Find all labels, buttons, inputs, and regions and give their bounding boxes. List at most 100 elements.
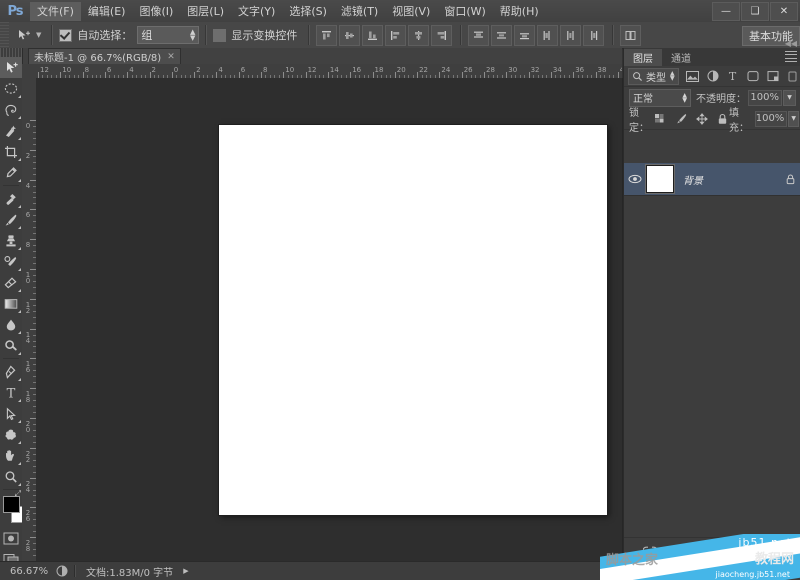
hand-tool[interactable] (0, 445, 22, 466)
crop-tool[interactable] (0, 141, 22, 162)
vertical-ruler[interactable]: 024681012141618202224262830 (22, 78, 37, 562)
distribute-right-icon[interactable] (583, 25, 604, 46)
menu-image[interactable]: 图像(I) (132, 2, 180, 21)
path-selection-tool[interactable] (0, 403, 22, 424)
menu-edit[interactable]: 编辑(E) (81, 2, 133, 21)
rectangle-tool[interactable] (0, 424, 22, 445)
new-group-button[interactable] (738, 543, 753, 558)
distribute-bottom-icon[interactable] (514, 25, 535, 46)
layer-visibility-toggle[interactable] (624, 174, 646, 184)
tool-corner-icon (18, 399, 21, 402)
horizontal-ruler[interactable]: 1210864202468101214161820222426283032343… (36, 64, 622, 79)
fill-slider-arrow-icon[interactable]: ▼ (788, 111, 799, 127)
filter-adjustment-icon[interactable] (706, 70, 720, 83)
proxy-status-icon (56, 565, 68, 577)
ruler-label: 10 (285, 67, 294, 74)
blur-tool[interactable] (0, 314, 22, 335)
document-tab[interactable]: 未标题-1 @ 66.7%(RGB/8) ✕ (28, 48, 181, 64)
layer-row-background[interactable]: 背景 (624, 163, 800, 196)
pen-tool[interactable] (0, 361, 22, 382)
tool-corner-icon (18, 483, 21, 486)
lock-label: 锁定： (629, 104, 649, 134)
align-horizontal-centers-icon[interactable] (408, 25, 429, 46)
eraser-tool[interactable] (0, 272, 22, 293)
auto-align-layers-icon[interactable] (620, 25, 641, 46)
dodge-tool[interactable] (0, 335, 22, 356)
menu-type[interactable]: 文字(Y) (231, 2, 282, 21)
ruler-label: 10 (62, 67, 71, 74)
maximize-button[interactable]: ❑ (741, 2, 769, 21)
align-top-edges-icon[interactable] (316, 25, 337, 46)
auto-select-dropdown[interactable]: 组 ▲▼ (137, 26, 199, 44)
toolbox: T ⤢ (0, 48, 23, 562)
menu-file[interactable]: 文件(F) (30, 2, 81, 21)
delete-layer-button[interactable] (786, 543, 800, 558)
rectangular-marquee-tool[interactable] (0, 78, 22, 99)
add-layer-mask-button[interactable] (690, 543, 705, 558)
filter-kind-dropdown[interactable]: 类型 ▲▼ (628, 68, 679, 85)
layer-name[interactable]: 背景 (683, 172, 779, 187)
document-canvas[interactable] (219, 125, 607, 515)
toolbox-grip[interactable] (0, 48, 22, 57)
new-adjustment-layer-button[interactable] (714, 543, 729, 558)
auto-select-checkbox[interactable] (59, 29, 72, 42)
status-menu-arrow-icon[interactable]: ▶ (183, 567, 188, 575)
filter-type-icon[interactable]: T (726, 70, 740, 83)
lasso-tool[interactable] (0, 99, 22, 120)
align-right-edges-icon[interactable] (431, 25, 452, 46)
tool-preset-picker[interactable]: ▼ (11, 26, 45, 44)
quick-mask-mode-icon[interactable] (0, 528, 22, 548)
fill-value[interactable]: 100% (755, 111, 788, 127)
spot-healing-brush-tool[interactable] (0, 188, 22, 209)
distribute-top-icon[interactable] (468, 25, 489, 46)
panel-menu-icon[interactable] (785, 51, 797, 62)
distribute-vertical-center-icon[interactable] (491, 25, 512, 46)
layer-thumbnail[interactable] (646, 165, 674, 193)
menu-layer[interactable]: 图层(L) (180, 2, 231, 21)
ruler-corner[interactable] (22, 64, 37, 79)
lock-position-icon[interactable] (695, 112, 708, 125)
tab-layers[interactable]: 图层 (624, 49, 662, 66)
clone-stamp-tool[interactable] (0, 230, 22, 251)
align-left-edges-icon[interactable] (385, 25, 406, 46)
layer-style-button[interactable]: fx (666, 543, 681, 558)
lock-transparent-pixels-icon[interactable] (653, 112, 666, 125)
menu-help[interactable]: 帮助(H) (493, 2, 546, 21)
show-transform-checkbox[interactable] (213, 29, 226, 42)
history-brush-tool[interactable] (0, 251, 22, 272)
align-vertical-centers-icon[interactable] (339, 25, 360, 46)
filter-smart-object-icon[interactable] (766, 70, 780, 83)
menu-filter[interactable]: 滤镜(T) (334, 2, 385, 21)
lock-all-icon[interactable] (716, 112, 729, 125)
ruler-label: 24 (441, 67, 450, 74)
filter-shape-icon[interactable] (746, 70, 760, 83)
zoom-level-field[interactable]: 66.67% (10, 566, 56, 577)
collapse-panel-icon[interactable]: ◀◀ (785, 39, 797, 48)
canvas-work-area[interactable] (36, 78, 623, 562)
distribute-horizontal-center-icon[interactable] (560, 25, 581, 46)
menu-window[interactable]: 窗口(W) (437, 2, 492, 21)
tab-channels[interactable]: 通道 (662, 49, 700, 66)
eyedropper-tool[interactable] (0, 162, 22, 183)
zoom-tool[interactable] (0, 466, 22, 487)
new-layer-button[interactable] (762, 543, 777, 558)
menu-view[interactable]: 视图(V) (385, 2, 437, 21)
minimize-button[interactable]: — (712, 2, 740, 21)
close-icon[interactable]: ✕ (167, 52, 175, 62)
ruler-label: 12 (40, 67, 49, 74)
foreground-color-swatch[interactable] (3, 496, 20, 513)
filter-toggle-icon[interactable] (787, 70, 797, 83)
brush-tool[interactable] (0, 209, 22, 230)
quick-selection-tool[interactable] (0, 120, 22, 141)
link-layers-button[interactable] (642, 543, 657, 558)
gradient-tool[interactable] (0, 293, 22, 314)
horizontal-type-tool[interactable]: T (0, 382, 22, 403)
options-bar-grip[interactable] (0, 22, 9, 48)
filter-pixel-icon[interactable] (686, 70, 700, 83)
align-bottom-edges-icon[interactable] (362, 25, 383, 46)
close-button[interactable]: ✕ (770, 2, 798, 21)
move-tool[interactable] (0, 57, 22, 78)
menu-select[interactable]: 选择(S) (282, 2, 334, 21)
lock-image-pixels-icon[interactable] (674, 112, 687, 125)
distribute-left-icon[interactable] (537, 25, 558, 46)
